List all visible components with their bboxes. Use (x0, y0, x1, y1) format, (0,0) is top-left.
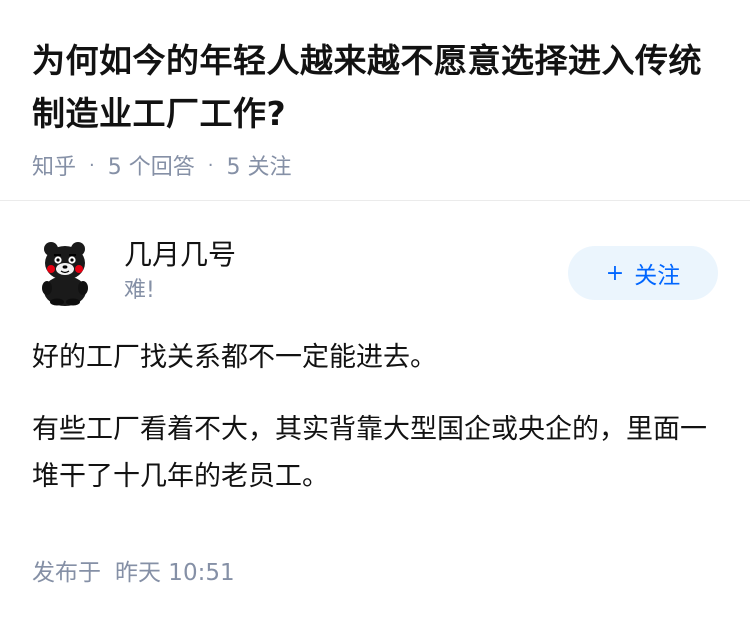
meta-separator: · (207, 154, 214, 176)
question-title[interactable]: 为何如今的年轻人越来越不愿意选择进入传统制造业工厂工作? (32, 34, 718, 140)
author-info: 几月几号 难! (124, 236, 236, 308)
question-meta: 知乎 · 5 个回答 · 5 关注 (32, 148, 718, 182)
answer-footer: 发布于 昨天 10:51 (32, 553, 235, 587)
followers-count[interactable]: 5 关注 (226, 149, 291, 181)
meta-separator: · (89, 154, 95, 176)
follow-button-label: 关注 (634, 263, 681, 289)
author-row: 几月几号 难! + 关注 (32, 236, 718, 312)
author-avatar[interactable] (32, 236, 102, 306)
question-header: 为何如今的年轻人越来越不愿意选择进入传统制造业工厂工作? 知乎 · 5 个回答 … (0, 0, 750, 182)
published-time: 昨天 10:51 (115, 560, 235, 586)
follow-button[interactable]: + 关注 (568, 246, 718, 300)
source-label[interactable]: 知乎 (32, 149, 76, 181)
answer-paragraph: 有些工厂看着不大，其实背靠大型国企或央企的，里面一堆干了十几年的老员工。 (32, 414, 707, 492)
author-bio: 难! (124, 278, 155, 303)
answers-count[interactable]: 5 个回答 (108, 149, 195, 181)
plus-icon: + (605, 260, 625, 286)
section-divider (0, 200, 750, 201)
answer-card: 几月几号 难! + 关注 好的工厂找关系都不一定能进去。 有些工厂看着不大，其实… (32, 236, 718, 525)
answer-paragraph: 好的工厂找关系都不一定能进去。 (32, 342, 437, 373)
published-prefix: 发布于 (32, 560, 101, 586)
answer-content: 好的工厂找关系都不一定能进去。 有些工厂看着不大，其实背靠大型国企或央企的，里面… (32, 334, 718, 500)
author-name[interactable]: 几月几号 (124, 236, 236, 274)
kumamon-bear-avatar-icon (42, 242, 88, 306)
